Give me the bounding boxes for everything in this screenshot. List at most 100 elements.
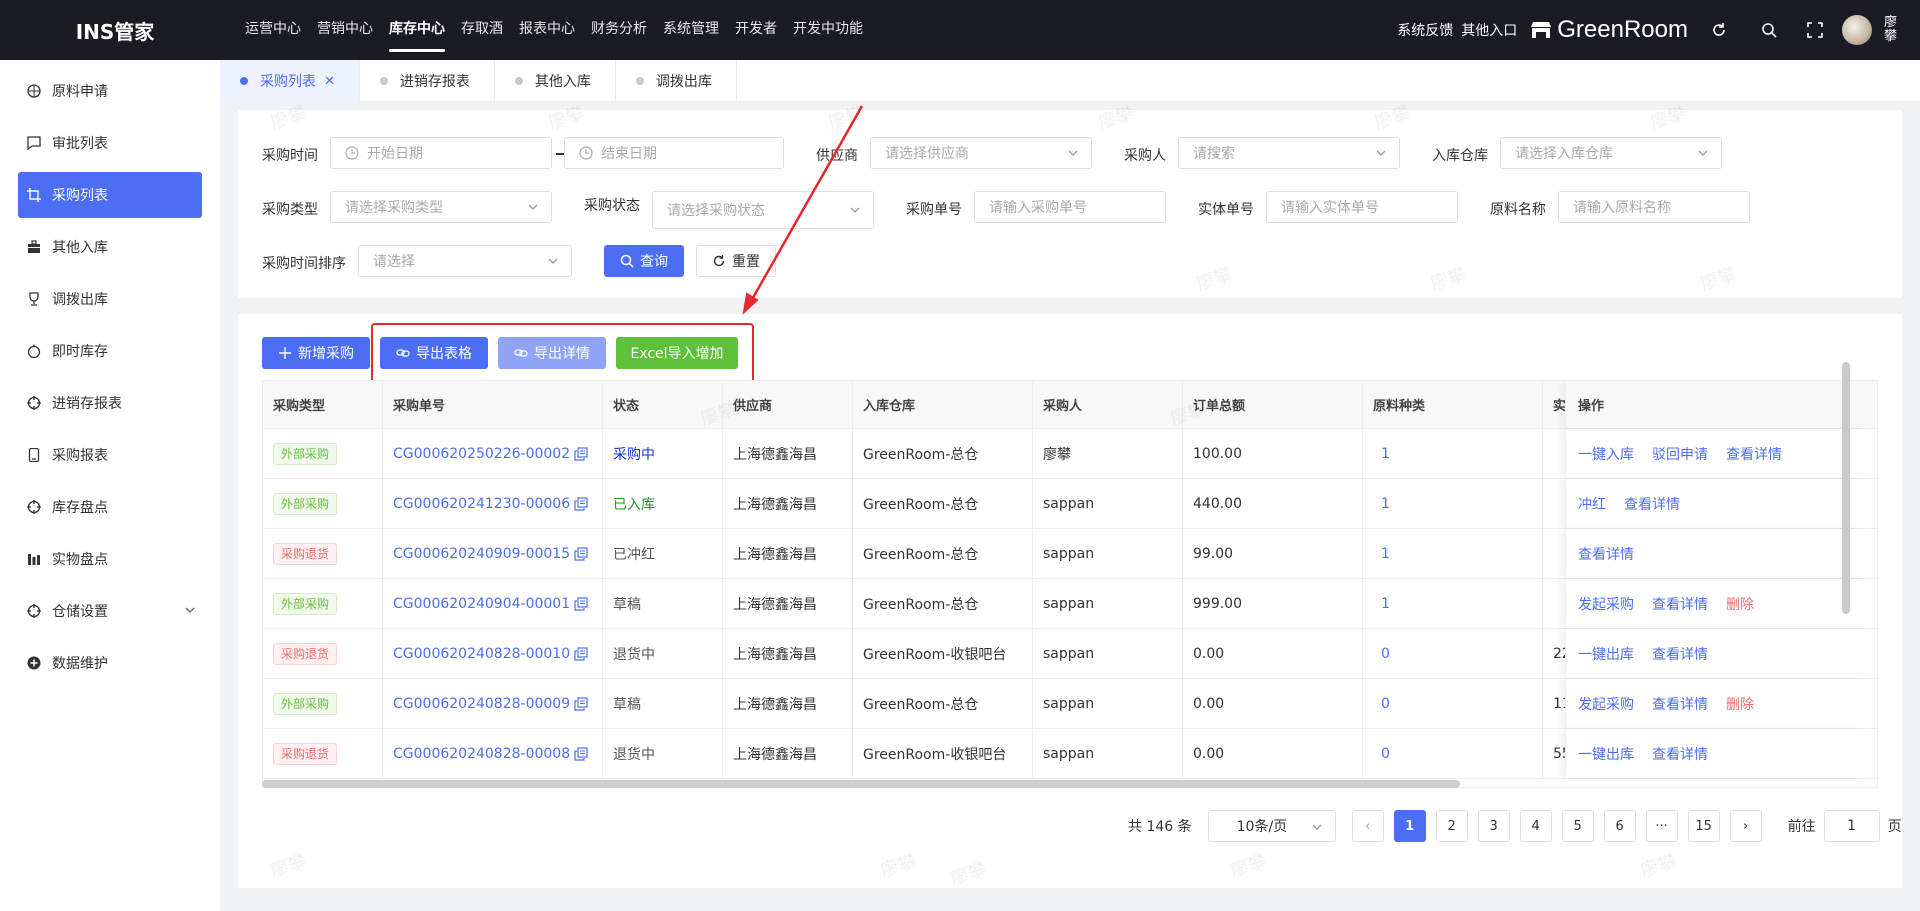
row-action-button[interactable]: 查看详情 (1652, 594, 1708, 614)
next-page-button[interactable]: › (1729, 810, 1762, 842)
material-kinds-link[interactable]: 0 (1381, 746, 1390, 762)
sidebar-item-inventory-report[interactable]: 进销存报表 (18, 380, 202, 426)
topnav-reports[interactable]: 报表中心 (519, 0, 575, 60)
close-icon[interactable]: ✕ (324, 74, 335, 89)
row-action-button[interactable]: 查看详情 (1726, 444, 1782, 464)
page-1-button[interactable]: 1 (1393, 810, 1426, 842)
purchase-no-link[interactable]: CG000620250226-00002 (393, 446, 570, 462)
purchase-status-select[interactable]: 请选择采购状态 (652, 191, 874, 229)
row-action-button[interactable]: 删除 (1726, 594, 1754, 614)
system-feedback-link[interactable]: 系统反馈 (1397, 20, 1453, 40)
header-purchase-type[interactable]: 采购类型 (263, 381, 383, 428)
copy-icon[interactable] (574, 596, 588, 611)
page-size-select[interactable]: 10条/页 (1207, 810, 1336, 842)
purchase-type-select[interactable]: 请选择采购类型 (330, 191, 552, 223)
material-kinds-link[interactable]: 1 (1381, 446, 1390, 462)
sidebar-item-purchase-report[interactable]: 采购报表 (18, 432, 202, 478)
topnav-wine-storage[interactable]: 存取酒 (461, 0, 503, 60)
page-15-button[interactable]: 15 (1687, 810, 1720, 842)
material-kinds-link[interactable]: 1 (1381, 596, 1390, 612)
avatar[interactable] (1842, 15, 1872, 45)
header-material-kinds[interactable]: 原料种类 (1363, 381, 1543, 428)
purchase-no-link[interactable]: CG000620240909-00015 (393, 546, 570, 562)
purchase-no-link[interactable]: CG000620240828-00009 (393, 696, 570, 712)
app-logo[interactable]: INS管家 (0, 16, 230, 45)
sidebar-item-other-inbound[interactable]: 其他入库 (18, 224, 202, 270)
sidebar-item-purchase-list[interactable]: 采购列表 (18, 172, 202, 218)
page-6-button[interactable]: 6 (1603, 810, 1636, 842)
reset-button[interactable]: 重置 (696, 245, 776, 277)
row-action-button[interactable]: 一键出库 (1578, 644, 1634, 664)
store-switcher[interactable]: GreenRoom (1531, 16, 1688, 44)
user-name[interactable]: 廖攀 (1884, 16, 1900, 44)
export-detail-button[interactable]: 导出详情 (498, 337, 606, 369)
row-action-button[interactable]: 发起采购 (1578, 594, 1634, 614)
row-action-button[interactable]: 查看详情 (1624, 494, 1680, 514)
row-action-button[interactable]: 查看详情 (1578, 544, 1634, 564)
material-kinds-link[interactable]: 1 (1381, 496, 1390, 512)
header-warehouse[interactable]: 入库仓库 (853, 381, 1033, 428)
row-action-button[interactable]: 一键入库 (1578, 444, 1634, 464)
supplier-select[interactable]: 请选择供应商 (870, 137, 1092, 169)
row-action-button[interactable]: 冲红 (1578, 494, 1606, 514)
row-action-button[interactable]: 删除 (1726, 694, 1754, 714)
export-table-button[interactable]: 导出表格 (380, 337, 488, 369)
purchase-no-link[interactable]: CG000620240904-00001 (393, 596, 570, 612)
header-total[interactable]: 订单总额 (1183, 381, 1363, 428)
page-3-button[interactable]: 3 (1477, 810, 1510, 842)
time-sort-select[interactable]: 请选择 (358, 245, 572, 277)
sidebar-item-warehouse-settings[interactable]: 仓储设置 (18, 588, 202, 634)
page-2-button[interactable]: 2 (1435, 810, 1468, 842)
tab-inventory-report[interactable]: 进销存报表 (360, 60, 495, 102)
search-icon[interactable] (1758, 19, 1780, 41)
topnav-developer[interactable]: 开发者 (735, 0, 777, 60)
material-kinds-link[interactable]: 0 (1381, 696, 1390, 712)
page-5-button[interactable]: 5 (1561, 810, 1594, 842)
tab-transfer-outbound[interactable]: 调拨出库 (616, 60, 737, 102)
end-date-input[interactable]: 结束日期 (564, 137, 784, 169)
start-date-input[interactable]: 开始日期 (330, 137, 552, 169)
warehouse-select[interactable]: 请选择入库仓库 (1500, 137, 1722, 169)
vertical-scrollbar[interactable] (1842, 362, 1850, 614)
purchase-no-input[interactable]: 请输入采购单号 (974, 191, 1166, 223)
tab-purchase-list[interactable]: 采购列表 ✕ (220, 60, 360, 102)
purchase-no-link[interactable]: CG000620241230-00006 (393, 496, 570, 512)
copy-icon[interactable] (574, 446, 588, 461)
copy-icon[interactable] (574, 746, 588, 761)
header-supplier[interactable]: 供应商 (723, 381, 853, 428)
purchase-no-link[interactable]: CG000620240828-00008 (393, 746, 570, 762)
material-kinds-link[interactable]: 1 (1381, 546, 1390, 562)
row-action-button[interactable]: 查看详情 (1652, 694, 1708, 714)
horizontal-scrollbar[interactable] (262, 780, 1460, 788)
fullscreen-icon[interactable] (1804, 19, 1826, 41)
copy-icon[interactable] (574, 696, 588, 711)
row-action-button[interactable]: 查看详情 (1652, 644, 1708, 664)
header-purchase-no[interactable]: 采购单号 (383, 381, 603, 428)
copy-icon[interactable] (574, 646, 588, 661)
topnav-finance[interactable]: 财务分析 (591, 0, 647, 60)
topnav-system[interactable]: 系统管理 (663, 0, 719, 60)
copy-icon[interactable] (574, 496, 588, 511)
add-purchase-button[interactable]: 新增采购 (262, 337, 370, 369)
header-status[interactable]: 状态 (603, 381, 723, 428)
topnav-marketing[interactable]: 营销中心 (317, 0, 373, 60)
chevron-down-icon[interactable] (184, 604, 196, 616)
topnav-operations[interactable]: 运营中心 (245, 0, 301, 60)
sidebar-item-approval-list[interactable]: 审批列表 (18, 120, 202, 166)
sidebar-item-data-maintenance[interactable]: 数据维护 (18, 640, 202, 686)
topnav-in-development[interactable]: 开发中功能 (793, 0, 863, 60)
topnav-inventory[interactable]: 库存中心 (389, 0, 445, 60)
other-entry-link[interactable]: 其他入口 (1461, 20, 1517, 40)
excel-import-button[interactable]: Excel导入增加 (616, 337, 738, 369)
material-kinds-link[interactable]: 0 (1381, 646, 1390, 662)
row-action-button[interactable]: 一键出库 (1578, 744, 1634, 764)
search-button[interactable]: 查询 (604, 245, 684, 277)
entity-no-input[interactable]: 请输入实体单号 (1266, 191, 1458, 223)
row-action-button[interactable]: 查看详情 (1652, 744, 1708, 764)
sidebar-item-realtime-stock[interactable]: 即时库存 (18, 328, 202, 374)
sidebar-item-transfer-outbound[interactable]: 调拨出库 (18, 276, 202, 322)
sidebar-item-stocktaking[interactable]: 库存盘点 (18, 484, 202, 530)
purchaser-select[interactable]: 请搜索 (1178, 137, 1400, 169)
sidebar-item-physical-count[interactable]: 实物盘点 (18, 536, 202, 582)
tab-other-inbound[interactable]: 其他入库 (495, 60, 616, 102)
